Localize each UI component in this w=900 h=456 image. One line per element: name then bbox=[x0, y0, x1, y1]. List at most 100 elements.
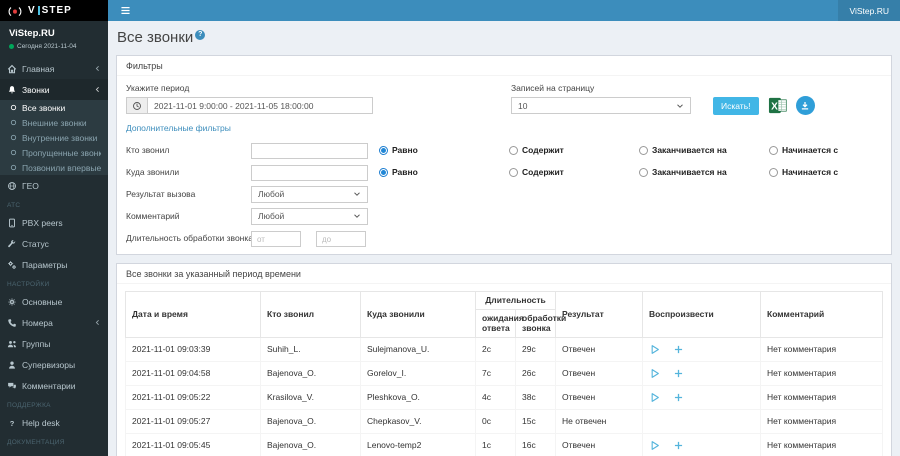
radio-starts-with[interactable]: Начинается с bbox=[769, 145, 899, 155]
radio-ends-with[interactable]: Заканчивается на bbox=[639, 145, 769, 155]
sidebar-item-label: Пропущенные звонки bbox=[22, 147, 101, 158]
play-icon[interactable] bbox=[649, 368, 660, 379]
sidebar-item-groups[interactable]: Группы bbox=[0, 333, 108, 354]
cell-play bbox=[642, 360, 761, 386]
period-input[interactable] bbox=[147, 97, 373, 114]
comment-select[interactable]: Любой bbox=[251, 207, 368, 225]
circle-icon bbox=[10, 149, 17, 156]
cell-processing: 26с bbox=[515, 360, 556, 386]
cell-who: Krasilova_V. bbox=[260, 384, 361, 410]
chevron-left-icon bbox=[94, 86, 101, 93]
help-icon[interactable]: ? bbox=[195, 30, 206, 40]
cell-where: Pleshkova_O. bbox=[360, 384, 476, 410]
excel-export-icon[interactable]: X bbox=[768, 96, 787, 115]
sidebar-toggle-icon[interactable] bbox=[119, 4, 132, 17]
who-called-input[interactable] bbox=[251, 143, 368, 159]
sidebar-item-pbx-peers[interactable]: PBX peers bbox=[0, 212, 108, 233]
download-button[interactable] bbox=[795, 96, 815, 115]
sidebar-item-label: Статус bbox=[22, 238, 49, 249]
plus-icon[interactable] bbox=[673, 344, 684, 355]
cell-datetime: 2021-11-01 09:03:39 bbox=[125, 336, 261, 362]
col-header-comment: Комментарий bbox=[760, 291, 883, 338]
wrench-icon bbox=[7, 239, 17, 249]
search-button[interactable]: Искать! bbox=[713, 96, 759, 115]
col-header-play: Воспроизвести bbox=[642, 291, 761, 338]
plus-icon[interactable] bbox=[673, 368, 684, 379]
calls-table: Дата и время Кто звонил Куда звонили Дли… bbox=[125, 291, 883, 456]
sidebar-item-missed-calls[interactable]: Пропущенные звонки bbox=[0, 145, 108, 160]
sidebar-section-settings: НАСТРОЙКИ bbox=[7, 281, 50, 288]
sidebar-item-wiki[interactable]: Wiki bbox=[0, 449, 108, 456]
sidebar-item-label: Звонки bbox=[22, 84, 50, 95]
sidebar-item-help-desk[interactable]: ? Help desk bbox=[0, 412, 108, 433]
radio-ends-with[interactable]: Заканчивается на bbox=[639, 167, 769, 177]
globe-icon bbox=[7, 181, 17, 191]
play-icon[interactable] bbox=[649, 392, 660, 403]
sidebar-item-geo[interactable]: ГЕО bbox=[0, 175, 108, 196]
col-header-who: Кто звонил bbox=[260, 291, 361, 338]
per-page-select[interactable]: 10 bbox=[511, 97, 691, 114]
user-menu-button[interactable]: ViStep.RU bbox=[838, 0, 900, 21]
sidebar-item-status[interactable]: Статус bbox=[0, 233, 108, 254]
sidebar-item-comments[interactable]: Комментарии bbox=[0, 375, 108, 396]
play-icon[interactable] bbox=[649, 440, 660, 451]
sidebar: V STEP ViStep.RU Сегодня 2021-11-04 Главн… bbox=[0, 0, 108, 456]
top-navbar: ViStep.RU bbox=[108, 0, 900, 21]
sidebar-item-label: Комментарии bbox=[22, 380, 76, 391]
plus-icon[interactable] bbox=[673, 392, 684, 403]
gears-icon bbox=[7, 260, 17, 270]
radio-equals[interactable]: Равно bbox=[379, 167, 509, 177]
per-page-label: Записей на страницу bbox=[511, 83, 595, 93]
pbx-icon bbox=[7, 218, 17, 228]
col-header-where: Куда звонили bbox=[360, 291, 476, 338]
sidebar-item-home[interactable]: Главная bbox=[0, 58, 108, 79]
svg-text:X: X bbox=[771, 102, 778, 113]
radio-contains[interactable]: Содержит bbox=[509, 167, 639, 177]
plus-icon[interactable] bbox=[673, 440, 684, 451]
sidebar-section-support: ПОДДЕРЖКА bbox=[7, 402, 51, 409]
sidebar-item-external-calls[interactable]: Внешние звонки bbox=[0, 115, 108, 130]
call-result-label: Результат вызова bbox=[126, 189, 196, 199]
sidebar-item-label: Параметры bbox=[22, 259, 68, 270]
chevron-down-icon bbox=[353, 190, 361, 198]
content: Все звонки? Фильтры Укажите период 2021-… bbox=[108, 21, 900, 456]
sidebar-item-general[interactable]: Основные bbox=[0, 291, 108, 312]
call-result-select[interactable]: Любой bbox=[251, 185, 368, 203]
user-panel: ViStep.RU Сегодня 2021-11-04 bbox=[0, 21, 108, 55]
col-header-result: Результат bbox=[555, 291, 643, 338]
table-row: 2021-11-01 09:05:22 Krasilova_V. Pleshkova… bbox=[125, 384, 883, 410]
cell-play bbox=[642, 408, 761, 434]
where-called-input[interactable] bbox=[251, 165, 368, 181]
sidebar-item-calls[interactable]: Звонки bbox=[0, 79, 108, 100]
sidebar-item-supervisors[interactable]: Супервизоры bbox=[0, 354, 108, 375]
cell-wait: 0с bbox=[475, 408, 516, 434]
sidebar-item-internal-calls[interactable]: Внутренние звонки bbox=[0, 130, 108, 145]
cell-who: Bajenova_O. bbox=[260, 360, 361, 386]
cell-comment: Нет комментария bbox=[760, 360, 883, 386]
users-icon bbox=[7, 339, 17, 349]
duration-to-input[interactable] bbox=[316, 231, 366, 248]
sidebar-item-numbers[interactable]: Номера bbox=[0, 312, 108, 333]
additional-filters-link[interactable]: Дополнительные фильтры bbox=[126, 123, 231, 133]
sidebar-item-all-calls[interactable]: Все звонки bbox=[0, 100, 108, 115]
cell-processing: 29с bbox=[515, 336, 556, 362]
sidebar-item-label: PBX peers bbox=[22, 217, 63, 228]
cell-wait: 4с bbox=[475, 384, 516, 410]
sidebar-item-parameters[interactable]: Параметры bbox=[0, 254, 108, 275]
comments-icon bbox=[7, 381, 17, 391]
radio-equals[interactable]: Равно bbox=[379, 145, 509, 155]
radio-contains[interactable]: Содержит bbox=[509, 145, 639, 155]
sidebar-item-first-time-calls[interactable]: Позвонили впервые bbox=[0, 160, 108, 175]
period-label: Укажите период bbox=[126, 83, 190, 93]
sidebar-item-label: Внутренние звонки bbox=[22, 132, 98, 143]
processing-duration-label: Длительность обработки звонка bbox=[126, 233, 254, 243]
calls-table-title: Все звонки за указанный период времени bbox=[117, 264, 891, 284]
cell-comment: Нет комментария bbox=[760, 408, 883, 434]
duration-from-input[interactable] bbox=[251, 231, 301, 248]
play-icon[interactable] bbox=[649, 344, 660, 355]
brand-logo[interactable]: V STEP bbox=[0, 0, 108, 21]
table-row: 2021-11-01 09:05:45 Bajenova_O. Lenovo-tem… bbox=[125, 432, 883, 456]
radio-starts-with[interactable]: Начинается с bbox=[769, 167, 899, 177]
col-header-duration-group: Длительность bbox=[475, 291, 556, 310]
circle-icon bbox=[10, 104, 17, 111]
